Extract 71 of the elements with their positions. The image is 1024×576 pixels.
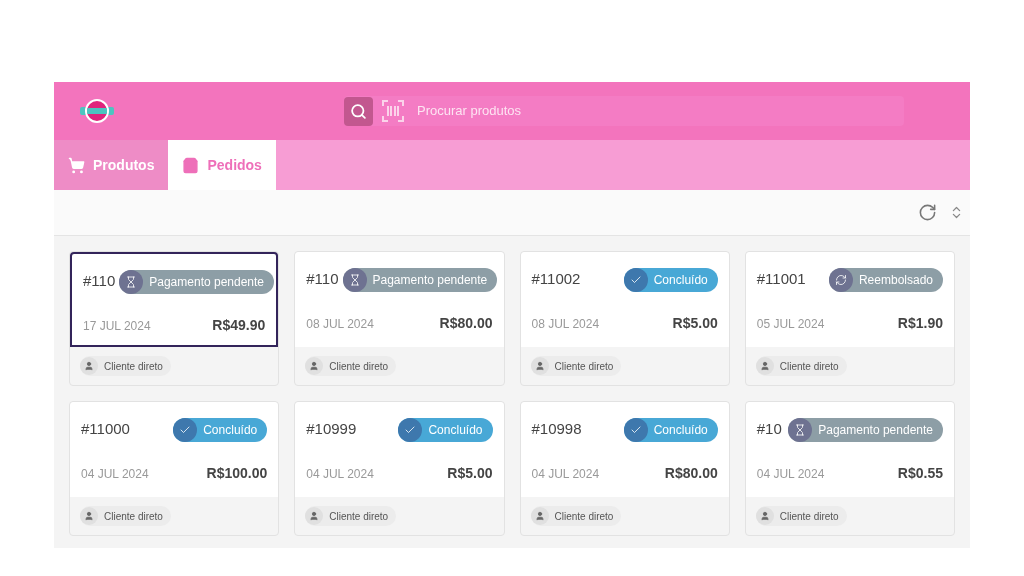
person-icon (534, 511, 545, 521)
person-icon (759, 361, 770, 371)
person-icon (309, 361, 320, 371)
order-number: #10999 (306, 419, 357, 439)
order-number: #10998 (531, 419, 582, 439)
order-date: 04 JUL 2024 (81, 465, 149, 483)
order-number: #11002 (531, 269, 581, 289)
cart-icon (68, 156, 85, 174)
person-icon (84, 361, 94, 371)
customer-chip: Cliente direto (305, 506, 397, 526)
order-number: #11001 (756, 269, 806, 289)
status-badge: Pagamento pendente (788, 418, 943, 442)
hourglass-icon (348, 274, 361, 286)
order-total: R$49.90 (212, 316, 266, 335)
search-icon (350, 102, 367, 120)
order-number: #10 (756, 419, 782, 439)
order-date: 04 JUL 2024 (756, 465, 825, 483)
status-badge: Concluído (173, 418, 268, 442)
order-card[interactable]: #10999 Concluído 04 JUL 2024 R$5.00 Cliente direto (294, 401, 505, 536)
person-icon (309, 511, 320, 521)
order-date: 17 JUL 2024 (83, 317, 151, 335)
order-card[interactable]: #10998 Concluído 04 JUL 2024 R$80.00 Cliente direto (519, 401, 730, 536)
order-card[interactable]: #110 Pagamento pendente 08 JUL 2024 R$80.00 Cliente direto (294, 251, 505, 386)
order-date: 08 JUL 2024 (306, 315, 374, 333)
order-total: R$80.00 (439, 314, 493, 333)
order-total: R$5.00 (672, 314, 718, 333)
hourglass-icon (125, 276, 138, 288)
order-total: R$5.00 (447, 464, 493, 483)
order-date: 05 JUL 2024 (756, 315, 825, 333)
order-card[interactable]: #110 Pagamento pendente 17 JUL 2024 R$49.90 Cliente direto (69, 251, 280, 386)
customer-chip: Cliente direto (80, 356, 171, 376)
order-total: R$1.90 (897, 314, 943, 333)
order-number: #110 (83, 271, 116, 291)
status-badge: Pagamento pendente (342, 268, 498, 292)
person-icon (84, 511, 94, 521)
order-card[interactable]: #10 Pagamento pendente 04 JUL 2024 R$0.55 Cliente direto (744, 401, 955, 536)
customer-chip: Cliente direto (755, 506, 847, 526)
status-badge: Concluído (623, 268, 718, 292)
order-total: R$80.00 (664, 464, 718, 483)
order-number: #11000 (81, 419, 130, 439)
customer-chip: Cliente direto (530, 506, 622, 526)
customer-chip: Cliente direto (755, 356, 847, 376)
check-icon (629, 424, 642, 436)
check-icon (179, 424, 192, 436)
refresh-icon[interactable] (918, 203, 937, 222)
order-total: R$0.55 (897, 464, 943, 483)
customer-chip: Cliente direto (80, 506, 171, 526)
search-field[interactable]: Procurar produtos (417, 101, 904, 121)
logo (80, 98, 114, 124)
refresh-icon (834, 274, 847, 286)
status-badge: Concluído (623, 418, 718, 442)
order-card[interactable]: #11000 Concluído 04 JUL 2024 R$100.00 Cliente direto (69, 401, 280, 536)
order-date: 08 JUL 2024 (531, 315, 600, 333)
order-date: 04 JUL 2024 (306, 465, 374, 483)
order-number: #110 (306, 269, 339, 289)
search-button[interactable] (344, 96, 373, 126)
status-badge: Concluído (398, 418, 493, 442)
order-card[interactable]: #11001 Reembolsado 05 JUL 2024 R$1.90 Cliente direto (744, 251, 955, 386)
order-date: 04 JUL 2024 (531, 465, 600, 483)
search-bar[interactable]: Procurar produtos (344, 96, 904, 126)
customer-chip: Cliente direto (530, 356, 622, 376)
person-icon (759, 511, 770, 521)
status-badge: Pagamento pendente (119, 270, 275, 294)
order-card[interactable]: #11002 Concluído 08 JUL 2024 R$5.00 Cliente direto (519, 251, 730, 386)
hourglass-icon (794, 424, 807, 436)
customer-chip: Cliente direto (305, 356, 397, 376)
check-icon (629, 274, 642, 286)
order-total: R$100.00 (206, 464, 268, 483)
status-badge: Reembolsado (828, 268, 943, 292)
person-icon (534, 361, 545, 371)
check-icon (404, 424, 417, 436)
